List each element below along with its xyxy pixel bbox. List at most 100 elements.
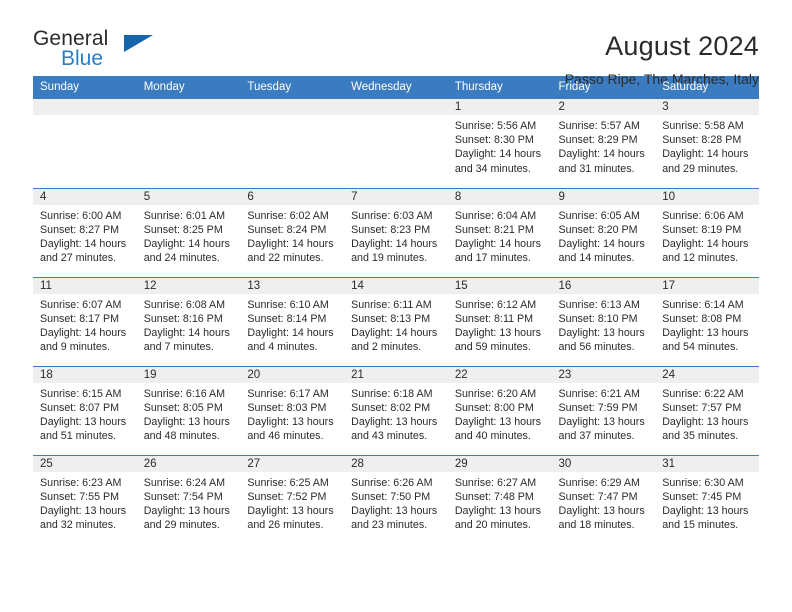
sunset-time: Sunset: 8:08 PM <box>662 312 742 325</box>
sunrise-time: Sunrise: 6:18 AM <box>351 387 433 400</box>
daylight-duration-line1: Daylight: 14 hours <box>143 326 230 339</box>
daylight-duration-line1: Daylight: 14 hours <box>662 148 749 161</box>
day-number: 25 <box>33 455 137 472</box>
day-number: 24 <box>655 366 759 383</box>
calendar-day-cell[interactable]: 13 Sunrise: 6:10 AM Sunset: 8:14 PM Dayligh… <box>240 276 345 366</box>
calendar-day-cell[interactable]: 10 Sunrise: 6:06 AM Sunset: 8:19 PM Dayligh… <box>655 187 759 277</box>
day-number <box>240 99 345 115</box>
daylight-duration-line2: and 7 minutes. <box>143 341 214 354</box>
day-number: 13 <box>240 277 345 294</box>
calendar-week-row: 1 Sunrise: 5:56 AM Sunset: 8:30 PM Daylight… <box>33 99 759 188</box>
sunrise-time: Sunrise: 6:27 AM <box>454 476 537 489</box>
general-blue-logo[interactable]: General Blue <box>33 28 203 74</box>
calendar-day-cell[interactable]: 9 Sunrise: 6:05 AM Sunset: 8:20 PM Daylight… <box>551 187 656 277</box>
calendar-day-cell[interactable]: 26 Sunrise: 6:24 AM Sunset: 7:54 PM Dayligh… <box>136 454 241 544</box>
calendar-day-cell[interactable]: 12 Sunrise: 6:08 AM Sunset: 8:16 PM Dayligh… <box>136 276 241 366</box>
sunset-time: Sunset: 8:20 PM <box>558 223 638 236</box>
daylight-duration-line1: Daylight: 13 hours <box>247 415 334 428</box>
calendar-day-cell[interactable]: 21 Sunrise: 6:18 AM Sunset: 8:02 PM Dayligh… <box>344 365 448 455</box>
daylight-duration-line2: and 37 minutes. <box>558 430 635 443</box>
sunset-time: Sunset: 7:50 PM <box>351 490 431 503</box>
calendar-day-cell[interactable]: 6 Sunrise: 6:02 AM Sunset: 8:24 PM Daylight… <box>240 187 345 277</box>
daylight-duration-line1: Daylight: 14 hours <box>454 148 541 161</box>
daylight-duration-line2: and 31 minutes. <box>558 162 635 175</box>
calendar-grid: Sunday Monday Tuesday Wednesday Thursday Frid… <box>33 76 759 544</box>
sunrise-time: Sunrise: 6:15 AM <box>40 387 122 400</box>
sunrise-time: Sunrise: 6:25 AM <box>247 476 329 489</box>
calendar-day-cell[interactable]: 15 Sunrise: 6:12 AM Sunset: 8:11 PM Dayligh… <box>447 276 552 366</box>
calendar-day-cell[interactable]: 25 Sunrise: 6:23 AM Sunset: 7:55 PM Dayligh… <box>33 454 137 544</box>
sunrise-time: Sunrise: 6:05 AM <box>558 209 640 222</box>
calendar-day-cell[interactable]: 8 Sunrise: 6:04 AM Sunset: 8:21 PM Daylight… <box>447 187 552 277</box>
daylight-duration-line2: and 35 minutes. <box>662 430 739 443</box>
sunset-time: Sunset: 8:10 PM <box>558 312 638 325</box>
sunset-time: Sunset: 7:47 PM <box>558 490 638 503</box>
logo-text-blue: Blue <box>61 47 104 70</box>
day-number: 3 <box>655 99 759 115</box>
day-details: Sunrise: 6:11 AM Sunset: 8:13 PM Daylight:… <box>344 294 448 355</box>
sunset-time: Sunset: 8:03 PM <box>247 401 327 414</box>
calendar-day-cell[interactable]: 7 Sunrise: 6:03 AM Sunset: 8:23 PM Daylight… <box>344 187 448 277</box>
sunrise-time: Sunrise: 6:26 AM <box>351 476 433 489</box>
daylight-duration-line1: Daylight: 14 hours <box>454 237 541 250</box>
day-details: Sunrise: 6:14 AM Sunset: 8:08 PM Daylight:… <box>655 294 759 355</box>
sunrise-time: Sunrise: 6:16 AM <box>143 387 226 400</box>
calendar-day-cell[interactable]: 18 Sunrise: 6:15 AM Sunset: 8:07 PM Dayligh… <box>33 365 137 455</box>
calendar-day-cell[interactable]: 22 Sunrise: 6:20 AM Sunset: 8:00 PM Dayligh… <box>447 365 552 455</box>
sunset-time: Sunset: 8:16 PM <box>143 312 223 325</box>
sunrise-time: Sunrise: 6:30 AM <box>662 476 744 489</box>
calendar-day-cell[interactable]: 31 Sunrise: 6:30 AM Sunset: 7:45 PM Dayligh… <box>655 454 759 544</box>
sunrise-time: Sunrise: 5:57 AM <box>558 120 640 132</box>
day-number: 29 <box>447 455 552 472</box>
calendar-day-cell[interactable]: 11 Sunrise: 6:07 AM Sunset: 8:17 PM Dayligh… <box>33 276 137 366</box>
sunrise-time: Sunrise: 5:58 AM <box>662 120 744 132</box>
calendar-day-cell[interactable]: 4 Sunrise: 6:00 AM Sunset: 8:27 PM Daylight… <box>33 187 137 277</box>
sunset-time: Sunset: 8:19 PM <box>662 223 742 236</box>
calendar-day-cell[interactable]: 27 Sunrise: 6:25 AM Sunset: 7:52 PM Dayligh… <box>240 454 345 544</box>
sunset-time: Sunset: 8:02 PM <box>351 401 431 414</box>
calendar-day-cell[interactable]: 19 Sunrise: 6:16 AM Sunset: 8:05 PM Dayligh… <box>136 365 241 455</box>
calendar-day-cell[interactable]: 23 Sunrise: 6:21 AM Sunset: 7:59 PM Dayligh… <box>551 365 656 455</box>
calendar-day-cell[interactable]: 2 Sunrise: 5:57 AM Sunset: 8:29 PM Daylight… <box>551 99 656 188</box>
calendar-day-cell[interactable]: 20 Sunrise: 6:17 AM Sunset: 8:03 PM Dayligh… <box>240 365 345 455</box>
sunrise-time: Sunrise: 6:03 AM <box>351 209 433 222</box>
sunset-time: Sunset: 8:29 PM <box>558 134 638 147</box>
calendar-week-row: 18 Sunrise: 6:15 AM Sunset: 8:07 PM Dayligh… <box>33 365 759 455</box>
page-title: August 2024 <box>605 31 759 61</box>
day-number: 7 <box>344 188 448 205</box>
daylight-duration-line2: and 54 minutes. <box>662 341 739 354</box>
daylight-duration-line1: Daylight: 14 hours <box>662 237 749 250</box>
daylight-duration-line2: and 4 minutes. <box>247 341 318 354</box>
daylight-duration-line2: and 22 minutes. <box>247 252 324 265</box>
day-number: 5 <box>136 188 241 205</box>
calendar-day-cell[interactable]: 3 Sunrise: 5:58 AM Sunset: 8:28 PM Daylight… <box>655 99 759 188</box>
calendar-day-cell[interactable]: 24 Sunrise: 6:22 AM Sunset: 7:57 PM Dayligh… <box>655 365 759 455</box>
day-details: Sunrise: 6:23 AM Sunset: 7:55 PM Daylight:… <box>33 472 137 533</box>
calendar-day-cell[interactable]: 17 Sunrise: 6:14 AM Sunset: 8:08 PM Dayligh… <box>655 276 759 366</box>
day-details: Sunrise: 6:12 AM Sunset: 8:11 PM Daylight:… <box>448 294 552 355</box>
day-details: Sunrise: 6:04 AM Sunset: 8:21 PM Daylight:… <box>448 205 552 266</box>
day-details: Sunrise: 5:58 AM Sunset: 8:28 PM Daylight:… <box>655 115 759 176</box>
sunset-time: Sunset: 7:48 PM <box>454 490 534 503</box>
daylight-duration-line1: Daylight: 14 hours <box>247 237 334 250</box>
day-details: Sunrise: 6:01 AM Sunset: 8:25 PM Daylight:… <box>137 205 241 266</box>
day-details: Sunrise: 6:22 AM Sunset: 7:57 PM Daylight:… <box>655 383 759 444</box>
calendar-day-cell[interactable]: 29 Sunrise: 6:27 AM Sunset: 7:48 PM Dayligh… <box>447 454 552 544</box>
sunset-time: Sunset: 8:11 PM <box>454 312 534 325</box>
calendar-day-cell[interactable]: 1 Sunrise: 5:56 AM Sunset: 8:30 PM Daylight… <box>447 99 552 188</box>
logo-triangle-icon <box>124 35 153 52</box>
calendar-day-cell[interactable]: 30 Sunrise: 6:29 AM Sunset: 7:47 PM Dayligh… <box>551 454 656 544</box>
day-number: 1 <box>447 99 552 115</box>
day-number: 20 <box>240 366 345 383</box>
sunset-time: Sunset: 8:24 PM <box>247 223 327 236</box>
calendar-day-cell[interactable]: 28 Sunrise: 6:26 AM Sunset: 7:50 PM Dayligh… <box>344 454 448 544</box>
day-details: Sunrise: 6:18 AM Sunset: 8:02 PM Daylight:… <box>344 383 448 444</box>
sunset-time: Sunset: 7:59 PM <box>558 401 638 414</box>
calendar-day-cell[interactable]: 16 Sunrise: 6:13 AM Sunset: 8:10 PM Dayligh… <box>551 276 656 366</box>
calendar-day-cell[interactable]: 14 Sunrise: 6:11 AM Sunset: 8:13 PM Dayligh… <box>344 276 448 366</box>
weekday-header-tuesday: Tuesday <box>240 76 345 99</box>
calendar-week-row: 25 Sunrise: 6:23 AM Sunset: 7:55 PM Dayligh… <box>33 454 759 544</box>
calendar-day-cell[interactable]: 5 Sunrise: 6:01 AM Sunset: 8:25 PM Daylight… <box>136 187 241 277</box>
calendar-day-cell-empty <box>240 99 345 188</box>
weekday-header-monday: Monday <box>136 76 241 99</box>
